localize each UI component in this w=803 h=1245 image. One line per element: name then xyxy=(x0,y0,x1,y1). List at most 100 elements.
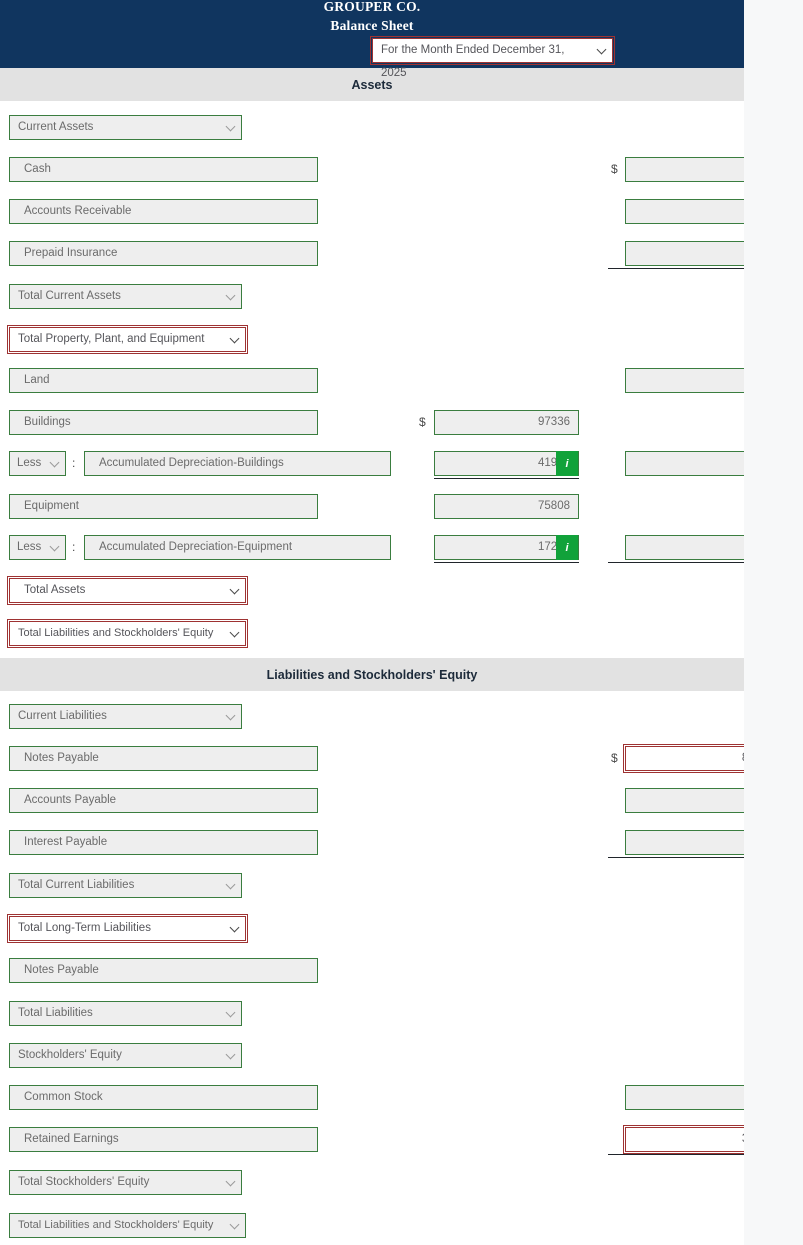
equipment-value-input[interactable]: 75808 xyxy=(434,494,579,519)
notes-payable-label: Notes Payable xyxy=(24,752,99,764)
row-total-assets: Total Assets xyxy=(0,574,744,607)
notes-payable-value-input[interactable]: 862 xyxy=(623,744,744,773)
subtotal-rule xyxy=(608,268,744,269)
row-total-current-assets: Total Current Assets xyxy=(0,280,744,313)
subtotal-rule xyxy=(608,1154,744,1155)
cash-account-input[interactable]: Cash xyxy=(9,157,318,182)
total-assets-select[interactable]: Total Assets xyxy=(7,576,248,605)
land-value-input[interactable]: 56 xyxy=(625,368,744,393)
buildings-account-input[interactable]: Buildings xyxy=(9,410,318,435)
subtotal-rule xyxy=(608,562,744,563)
row-stockholders-equity: Stockholders' Equity xyxy=(0,1039,744,1072)
period-select[interactable]: For the Month Ended December 31, 2025 xyxy=(370,36,615,79)
less-label: Less xyxy=(17,457,42,469)
accounts-payable-label: Accounts Payable xyxy=(24,794,117,806)
prepaid-insurance-account-input[interactable]: Prepaid Insurance xyxy=(9,241,318,266)
chevron-down-icon xyxy=(231,1221,239,1229)
total-liabilities-select[interactable]: Total Liabilities xyxy=(9,1001,242,1026)
total-liabilities-equity-select-bottom[interactable]: Total Liabilities and Stockholders' Equi… xyxy=(9,1213,246,1238)
interest-payable-account-input[interactable]: Interest Payable xyxy=(9,830,318,855)
stockholders-equity-label: Stockholders' Equity xyxy=(18,1049,122,1061)
common-stock-account-input[interactable]: Common Stock xyxy=(9,1085,318,1110)
total-stockholders-equity-select[interactable]: Total Stockholders' Equity xyxy=(9,1170,242,1195)
row-total-stockholders-equity: Total Stockholders' Equity xyxy=(0,1166,744,1199)
chevron-down-icon xyxy=(227,1009,235,1017)
accounts-payable-value-input[interactable]: 8 xyxy=(625,788,744,813)
total-assets-label: Total Assets xyxy=(24,584,86,596)
accum-dep-equipment-label: Accumulated Depreciation-Equipment xyxy=(99,541,293,553)
longterm-notes-payable-account-input[interactable]: Notes Payable xyxy=(9,958,318,983)
statement-header: GROUPER CO. Balance Sheet For the Month … xyxy=(0,0,744,79)
row-accounts-payable: Accounts Payable 8 xyxy=(0,784,744,817)
current-assets-select[interactable]: Current Assets xyxy=(9,115,242,140)
chevron-down-icon xyxy=(227,1178,235,1186)
row-common-stock: Common Stock 55 xyxy=(0,1081,744,1114)
accum-dep-equipment-account-input[interactable]: Accumulated Depreciation-Equipment xyxy=(84,535,391,560)
retained-earnings-label: Retained Earnings xyxy=(24,1133,119,1145)
liabilities-equity-section-header: Liabilities and Stockholders' Equity xyxy=(0,658,744,691)
dollar-sign-icon: $ xyxy=(611,751,618,765)
common-stock-value-input[interactable]: 55 xyxy=(625,1085,744,1110)
accounts-payable-account-input[interactable]: Accounts Payable xyxy=(9,788,318,813)
total-liabilities-equity-label-top: Total Liabilities and Stockholders' Equi… xyxy=(18,627,214,639)
land-account-input[interactable]: Land xyxy=(9,368,318,393)
total-ppe-select[interactable]: Total Property, Plant, and Equipment xyxy=(7,325,248,354)
row-cash: Cash $ 10 xyxy=(0,153,744,186)
total-current-assets-select[interactable]: Total Current Assets xyxy=(9,284,242,309)
buildings-net-value-input[interactable]: 55 xyxy=(625,451,744,476)
less-select-buildings[interactable]: Less xyxy=(9,451,66,476)
land-label: Land xyxy=(24,374,50,386)
dollar-sign-icon: $ xyxy=(611,162,618,176)
less-select-equipment[interactable]: Less xyxy=(9,535,66,560)
row-interest-payable: Interest Payable 3 xyxy=(0,826,744,859)
company-name: GROUPER CO. xyxy=(323,0,421,14)
equipment-net-value-input[interactable]: 58 xyxy=(625,535,744,560)
row-notes-payable-longterm: Notes Payable xyxy=(0,954,744,987)
total-liabilities-label: Total Liabilities xyxy=(18,1007,93,1019)
row-prepaid-insurance: Prepaid Insurance 2 xyxy=(0,237,744,270)
total-current-liabilities-select[interactable]: Total Current Liabilities xyxy=(9,873,242,898)
interest-payable-value-input[interactable]: 3 xyxy=(625,830,744,855)
equipment-account-input[interactable]: Equipment xyxy=(9,494,318,519)
chevron-down-icon xyxy=(51,543,59,551)
colon-separator: : xyxy=(72,456,76,470)
retained-earnings-value-input[interactable]: 368 xyxy=(623,1125,744,1154)
accum-dep-buildings-account-input[interactable]: Accumulated Depreciation-Buildings xyxy=(84,451,391,476)
total-longterm-liabilities-select[interactable]: Total Long-Term Liabilities xyxy=(7,914,248,943)
current-liabilities-label: Current Liabilities xyxy=(18,710,107,722)
row-total-liabilities: Total Liabilities xyxy=(0,997,744,1030)
less-label: Less xyxy=(17,541,42,553)
subtotal-rule xyxy=(434,562,579,563)
cash-label: Cash xyxy=(24,163,51,175)
row-total-liabilities-equity-bottom: Total Liabilities and Stockholders' Equi… xyxy=(0,1209,744,1242)
accounts-receivable-account-input[interactable]: Accounts Receivable xyxy=(9,199,318,224)
total-liabilities-equity-select-top[interactable]: Total Liabilities and Stockholders' Equi… xyxy=(7,619,248,648)
row-accumulated-depreciation-buildings: Less : Accumulated Depreciation-Building… xyxy=(0,447,744,480)
total-current-assets-label: Total Current Assets xyxy=(18,290,121,302)
chevron-down-icon xyxy=(227,1051,235,1059)
row-equipment: Equipment 75808 xyxy=(0,490,744,523)
stockholders-equity-select[interactable]: Stockholders' Equity xyxy=(9,1043,242,1068)
prepaid-insurance-value-input[interactable]: 2 xyxy=(625,241,744,266)
current-liabilities-select[interactable]: Current Liabilities xyxy=(9,704,242,729)
retained-earnings-account-input[interactable]: Retained Earnings xyxy=(9,1127,318,1152)
info-icon-equipment[interactable]: i xyxy=(556,535,578,560)
info-icon-buildings[interactable]: i xyxy=(556,451,578,476)
notes-payable-account-input[interactable]: Notes Payable xyxy=(9,746,318,771)
cash-value-input[interactable]: 10 xyxy=(625,157,744,182)
accounts-receivable-value-input[interactable]: 11 xyxy=(625,199,744,224)
statement-title: Balance Sheet xyxy=(330,18,414,33)
chevron-down-icon xyxy=(231,335,239,343)
buildings-value-input[interactable]: 97336 xyxy=(434,410,579,435)
common-stock-label: Common Stock xyxy=(24,1091,103,1103)
